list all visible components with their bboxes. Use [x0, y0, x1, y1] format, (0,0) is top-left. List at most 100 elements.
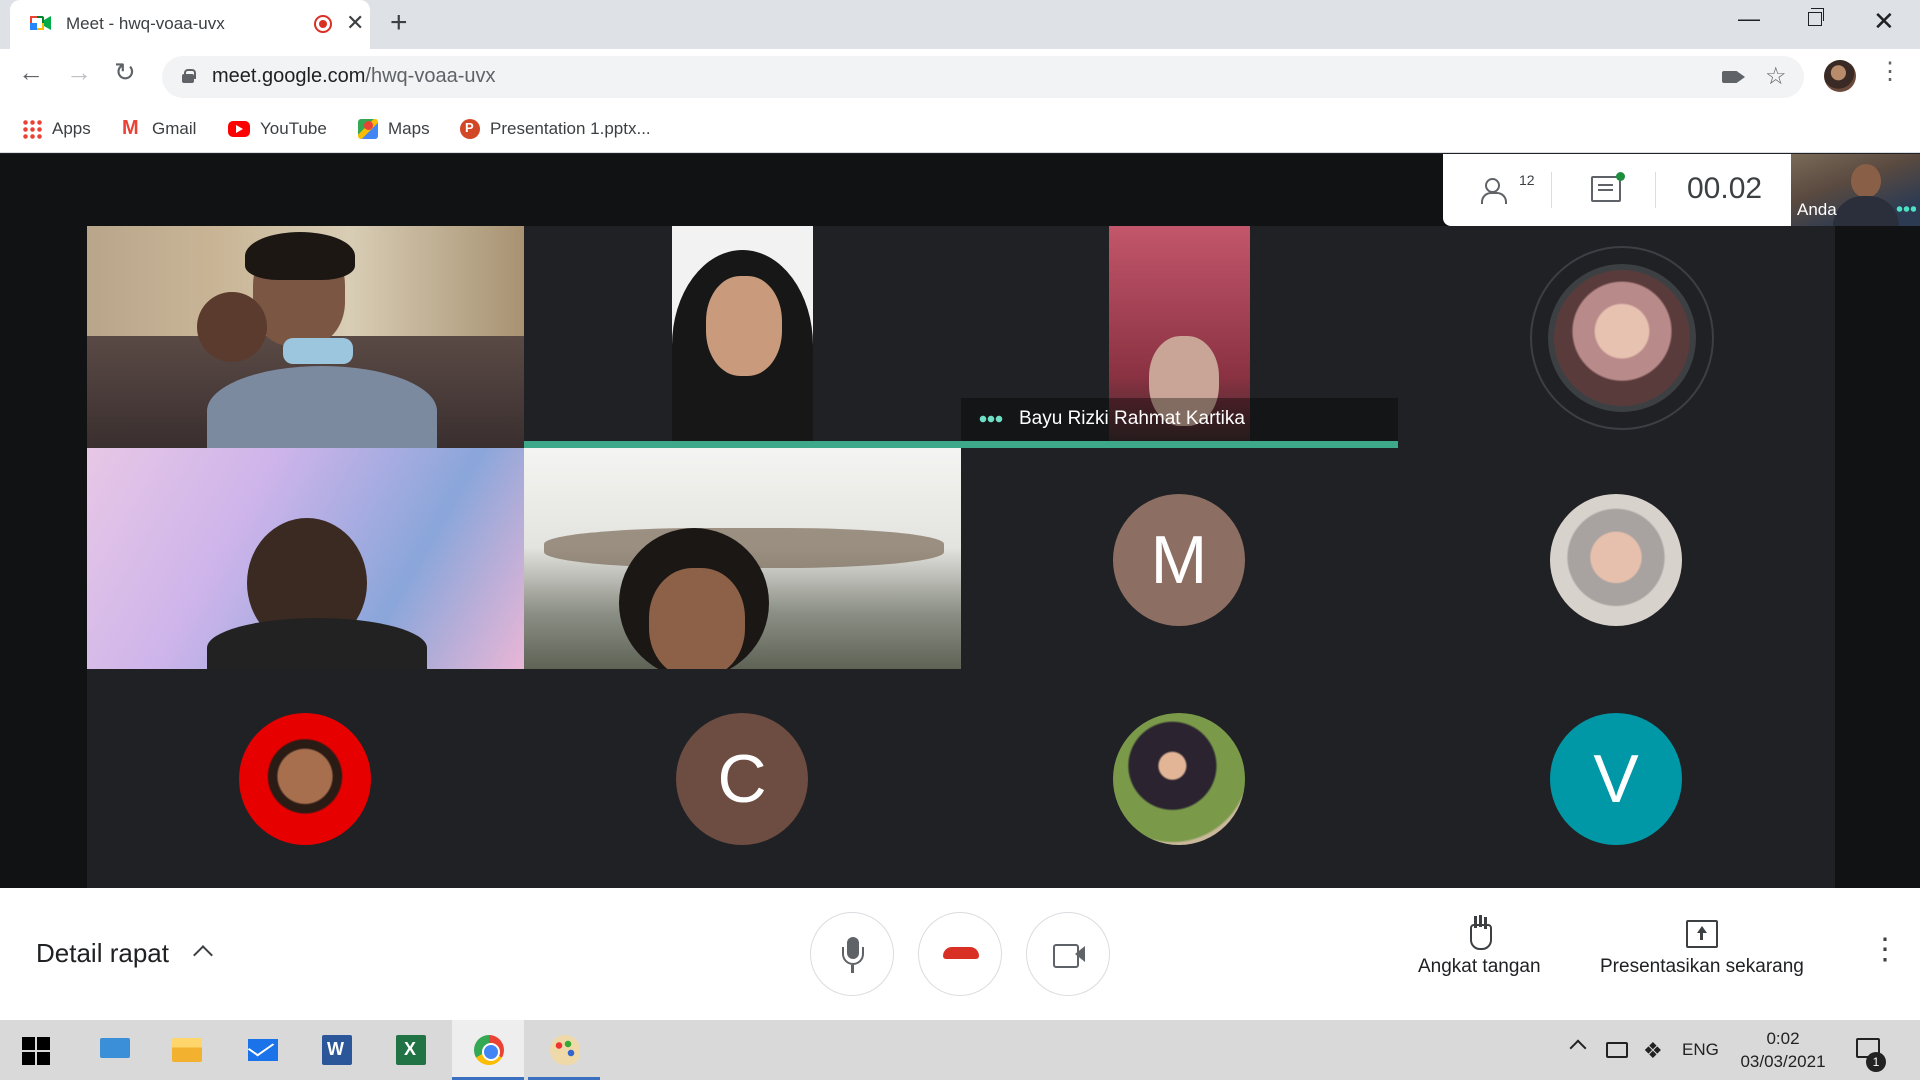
window-minimize-button[interactable]: —: [1738, 6, 1760, 32]
word-icon: [322, 1035, 352, 1065]
taskbar-chrome[interactable]: [452, 1020, 524, 1080]
participant-shirt: [207, 618, 427, 669]
profile-avatar[interactable]: [1824, 60, 1856, 92]
bookmark-label: YouTube: [260, 119, 327, 138]
participant-name-chip: Bayu Rizki Rahmat Kartika: [979, 408, 1245, 430]
gmail-icon: [122, 117, 142, 140]
participant-video-tile[interactable]: [87, 448, 524, 669]
address-bar[interactable]: meet.google.com /hwq-voaa-uvx ☆: [162, 56, 1804, 98]
participant-avatar-tile[interactable]: [1398, 448, 1835, 669]
participant-avatar-tile[interactable]: [1398, 226, 1835, 448]
window-restore-button[interactable]: [1808, 8, 1824, 26]
dropbox-icon[interactable]: ❖: [1643, 1038, 1663, 1064]
bookmark-label: Gmail: [152, 119, 197, 138]
participant-hair: [245, 232, 355, 280]
avatar-initial: C: [717, 741, 767, 817]
self-video-tile[interactable]: Anda: [1791, 154, 1920, 226]
tab-close-icon[interactable]: ✕: [346, 10, 364, 36]
taskbar-mail[interactable]: [226, 1020, 298, 1080]
bookmark-star-icon[interactable]: ☆: [1765, 62, 1787, 91]
leave-call-button[interactable]: [918, 912, 1002, 996]
meet-control-bar: Detail rapat Angkat tangan Presentasikan…: [0, 888, 1920, 1020]
participant-video-tile[interactable]: [87, 226, 524, 448]
back-button[interactable]: ←: [18, 57, 44, 88]
taskbar-word[interactable]: [300, 1020, 372, 1080]
bookmark-label: Maps: [388, 119, 430, 138]
participant-photo-avatar: [1548, 264, 1696, 412]
bookmark-gmail[interactable]: Gmail: [122, 115, 196, 143]
forward-button[interactable]: →: [66, 57, 92, 88]
maps-icon: [358, 119, 378, 139]
participant-count: 12: [1519, 172, 1535, 188]
bookmark-maps[interactable]: Maps: [358, 115, 430, 143]
participant-avatar-tile[interactable]: V: [1398, 669, 1835, 888]
windows-logo-icon: [22, 1037, 50, 1065]
bookmark-presentation[interactable]: Presentation 1.pptx...: [460, 115, 651, 143]
participant-name: Bayu Rizki Rahmat Kartika: [1019, 408, 1245, 429]
meeting-clock: 00.02: [1687, 172, 1763, 205]
left-margin: [0, 226, 87, 888]
microphone-icon: [851, 965, 854, 973]
computer-icon: [100, 1038, 130, 1058]
bookmark-label: Presentation 1.pptx...: [490, 119, 651, 138]
tab-title: Meet - hwq-voaa-uvx: [66, 14, 225, 33]
browser-toolbar: ← → ↻ meet.google.com /hwq-voaa-uvx ☆ ⋮: [0, 49, 1920, 105]
avatar-initial: V: [1593, 741, 1639, 817]
clock-time: 0:02: [1766, 1029, 1800, 1048]
raise-hand-button[interactable]: Angkat tangan: [1418, 916, 1541, 978]
taskbar-excel[interactable]: [374, 1020, 446, 1080]
bookmark-apps[interactable]: Apps: [22, 115, 91, 143]
browser-menu-icon[interactable]: ⋮: [1878, 57, 1902, 86]
participant-photo-avatar: [239, 713, 371, 845]
chat-icon[interactable]: [1591, 176, 1621, 202]
participant-photo-avatar: [1550, 494, 1682, 626]
meeting-info-panel: 12 00.02: [1443, 154, 1791, 226]
taskbar-paint[interactable]: [528, 1020, 600, 1080]
taskbar-file-explorer[interactable]: [150, 1020, 222, 1080]
self-options-icon[interactable]: [1896, 206, 1916, 212]
camera-button[interactable]: [1026, 912, 1110, 996]
participant-avatar-tile[interactable]: [87, 669, 524, 888]
participant-avatar-tile[interactable]: [961, 669, 1398, 888]
participant-avatar-tile[interactable]: M: [961, 448, 1398, 669]
participant-video-tile[interactable]: [524, 226, 961, 448]
network-icon[interactable]: [1606, 1042, 1628, 1058]
participant-video-tile[interactable]: [524, 448, 961, 669]
reload-button[interactable]: ↻: [114, 57, 136, 88]
participant-initial-avatar: V: [1550, 713, 1682, 845]
present-screen-icon: [1685, 920, 1718, 948]
lock-icon[interactable]: [182, 69, 196, 83]
bookmarks-bar: Apps Gmail YouTube Maps Presentation 1.p…: [0, 105, 1920, 153]
meet-favicon-icon: [30, 16, 51, 30]
window-close-button[interactable]: ✕: [1873, 6, 1895, 37]
self-label: Anda: [1797, 200, 1837, 219]
meeting-details-button[interactable]: Detail rapat: [36, 938, 169, 969]
bookmark-youtube[interactable]: YouTube: [228, 115, 327, 143]
browser-tab[interactable]: Meet - hwq-voaa-uvx ✕: [10, 0, 370, 49]
taskbar-clock[interactable]: 0:02 03/03/2021: [1738, 1027, 1828, 1073]
tray-overflow-chevron-icon[interactable]: [1569, 1039, 1587, 1057]
new-tab-button[interactable]: +: [390, 6, 408, 40]
participant-avatar-tile[interactable]: C: [524, 669, 961, 888]
participant-face: [649, 568, 745, 669]
excel-icon: [396, 1035, 426, 1065]
start-button[interactable]: [0, 1020, 72, 1080]
present-now-button[interactable]: Presentasikan sekarang: [1600, 916, 1804, 978]
chevron-up-icon[interactable]: [193, 945, 213, 965]
more-options-icon[interactable]: ⋮: [1870, 932, 1900, 967]
language-indicator[interactable]: ENG: [1682, 1040, 1719, 1060]
right-margin: [1835, 226, 1920, 888]
url-host: meet.google.com: [212, 65, 366, 87]
camera-permission-icon[interactable]: [1722, 71, 1738, 83]
background-person: [197, 292, 267, 362]
speaking-indicator-bar: [524, 441, 961, 448]
url-path: /hwq-voaa-uvx: [365, 65, 496, 87]
taskbar-this-pc[interactable]: [78, 1020, 150, 1080]
participant-video: [672, 226, 813, 441]
participant-video-tile[interactable]: Bayu Rizki Rahmat Kartika: [961, 226, 1398, 448]
people-icon[interactable]: [1481, 178, 1517, 204]
apps-grid-icon: [22, 119, 42, 139]
hand-icon: [1465, 916, 1493, 950]
microphone-button[interactable]: [810, 912, 894, 996]
clock-date: 03/03/2021: [1740, 1052, 1826, 1071]
